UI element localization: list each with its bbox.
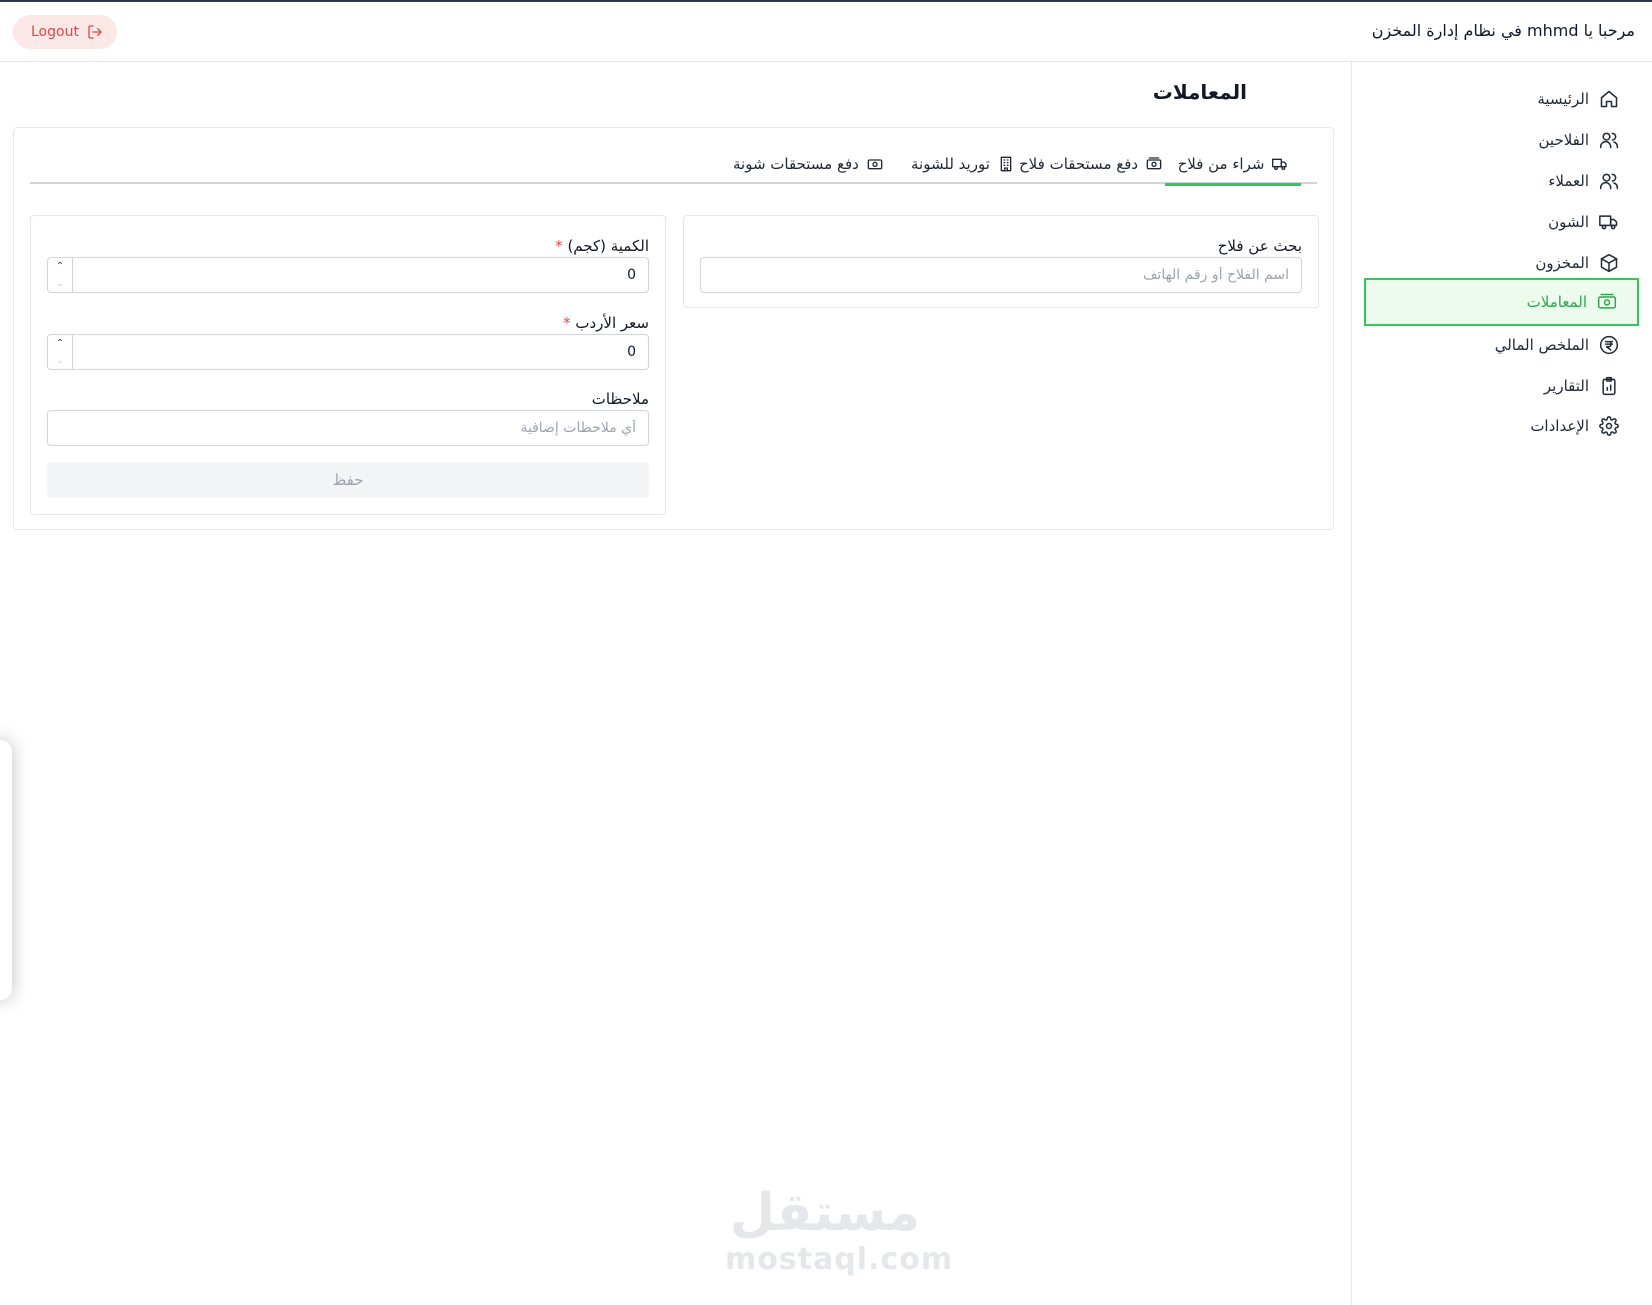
chevron-up-icon[interactable]: ⌃ [56,258,64,275]
home-icon [1599,89,1619,109]
gear-icon [1599,416,1619,436]
price-label: سعر الأردب * [563,314,649,332]
farmer-search-input[interactable] [700,257,1302,293]
sidebar-item-label: الفلاحين [1538,131,1590,149]
transactions-card: شراء من فلاح دفع مستحقات فلاح توريد للشو… [13,127,1334,530]
watermark-arabic: مستقل [729,1183,921,1243]
cash-icon [1597,292,1617,312]
farmer-search-panel: بحث عن فلاح [683,215,1319,308]
price-stepper[interactable]: ⌃ ⌄ [48,335,73,369]
tab-label: توريد للشونة [911,155,990,173]
sidebar-item-label: الرئيسية [1537,90,1589,108]
watermark: مستقل mostaql.com [725,1183,954,1277]
box-icon [1599,253,1619,273]
sidebar-item-label: المخزون [1535,254,1589,272]
chevron-down-icon[interactable]: ⌄ [56,275,64,292]
welcome-message: مرحبا يا mhmd في نظام إدارة المخزن [1371,21,1635,40]
quantity-stepper[interactable]: ⌃ ⌄ [48,258,73,292]
notes-label: ملاحظات [591,390,649,408]
logout-button[interactable]: Logout [13,15,117,49]
cash-icon [867,159,883,170]
truck-icon [1599,212,1619,232]
save-button[interactable]: حفظ [47,462,649,498]
tab-label: دفع مستحقات شونة [733,155,859,173]
truck-icon [1272,158,1288,170]
sidebar-item-label: المعاملات [1526,293,1587,311]
sidebar-item-label: الإعدادات [1530,417,1589,435]
sidebar-item-settings[interactable]: الإعدادات [1364,402,1639,450]
tab-pay-farmer-dues[interactable]: دفع مستحقات فلاح [1019,144,1162,184]
tab-label: دفع مستحقات فلاح [1019,155,1139,173]
users-icon [1599,130,1619,150]
tab-buy-from-farmer[interactable]: شراء من فلاح [1165,144,1301,186]
sidebar-item-transactions[interactable]: المعاملات [1364,278,1639,326]
watermark-latin: mostaql.com [725,1242,954,1277]
chevron-down-icon[interactable]: ⌄ [56,352,64,369]
edge-overlay [0,740,12,1000]
sidebar-item-label: التقارير [1543,377,1589,395]
sidebar: الرئيسية الفلاحين العملاء الشون المخزون … [1351,62,1652,1305]
logout-label: Logout [31,24,79,40]
search-label: بحث عن فلاح [1217,237,1302,255]
sidebar-item-label: الملخص المالي [1494,336,1589,354]
sidebar-item-label: العملاء [1548,172,1589,190]
page-title: المعاملات [1152,80,1247,104]
logout-icon [88,25,102,39]
sidebar-item-label: الشون [1548,213,1589,231]
quantity-value: 0 [627,267,636,283]
currency-icon [1599,335,1619,355]
notes-input[interactable] [47,410,649,446]
tab-label: شراء من فلاح [1177,155,1265,173]
building-icon [1000,156,1012,172]
quantity-label: الكمية (كجم) * [555,237,649,255]
transaction-tabs: شراء من فلاح دفع مستحقات فلاح توريد للشو… [30,144,1317,186]
price-value: 0 [627,344,636,360]
quantity-input[interactable]: 0 ⌃ ⌄ [47,257,649,293]
users-icon [1599,171,1619,191]
tab-supply-to-warehouse[interactable]: توريد للشونة [911,144,1014,184]
tab-pay-warehouse-dues[interactable]: دفع مستحقات شونة [733,144,883,184]
purchase-form-panel: الكمية (كجم) * 0 ⌃ ⌄ سعر الأردب * 0 ⌃ ⌄ … [30,215,666,515]
chevron-up-icon[interactable]: ⌃ [56,335,64,352]
cash-icon [1146,157,1162,170]
price-input[interactable]: 0 ⌃ ⌄ [47,334,649,370]
app-header: مرحبا يا mhmd في نظام إدارة المخزن Logou… [0,2,1652,62]
clipboard-icon [1599,376,1619,396]
